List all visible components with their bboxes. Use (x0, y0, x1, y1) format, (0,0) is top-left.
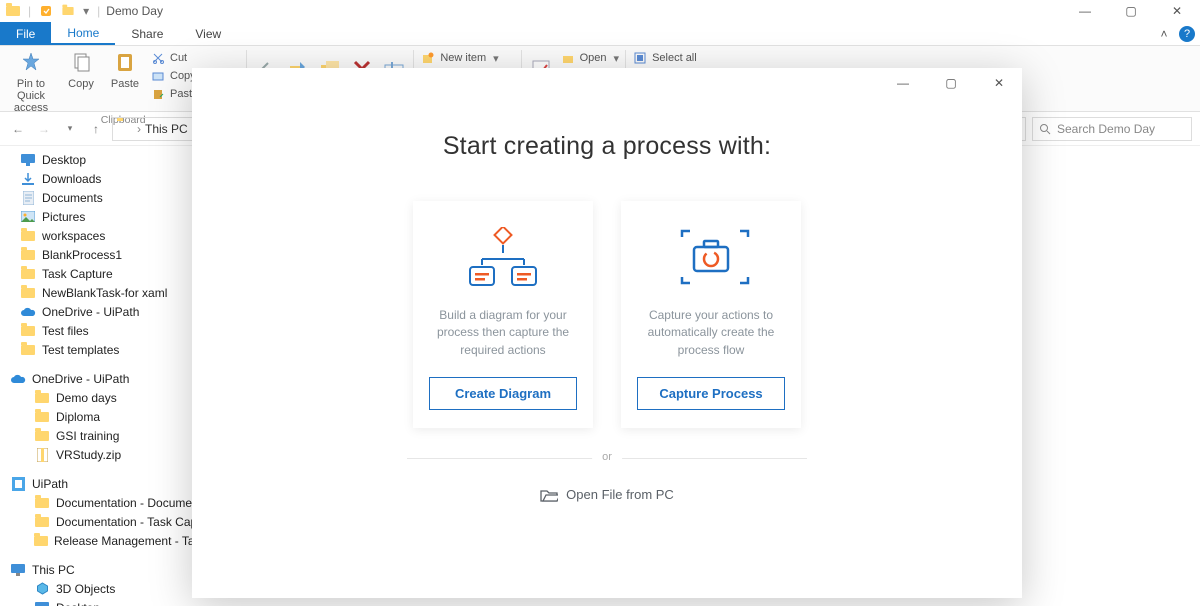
recent-dropdown[interactable]: ▾ (60, 119, 80, 139)
select-all-button[interactable]: Select all (632, 50, 710, 66)
divider: or (407, 458, 807, 459)
cut-button[interactable]: Cut (150, 50, 240, 66)
diagram-icon (460, 225, 546, 291)
create-diagram-button[interactable]: Create Diagram (429, 377, 577, 410)
open-file-from-pc-button[interactable]: Open File from PC (540, 487, 674, 502)
search-input[interactable]: Search Demo Day (1032, 117, 1192, 141)
tab-file[interactable]: File (0, 22, 51, 45)
paste-button[interactable]: Paste (106, 48, 144, 90)
capture-process-button[interactable]: Capture Process (637, 377, 785, 410)
pin-to-quick-access-button[interactable]: Pin to Quick access (6, 48, 56, 114)
separator: | (28, 4, 31, 18)
open-button[interactable]: Open▾ (560, 50, 619, 66)
copy-button[interactable]: Copy (62, 48, 100, 90)
camera-scan-icon (668, 225, 754, 291)
qat-icon[interactable] (37, 2, 55, 20)
tab-home[interactable]: Home (51, 22, 115, 45)
close-button[interactable]: ✕ (1164, 4, 1190, 18)
tab-share[interactable]: Share (115, 22, 179, 45)
minimize-button[interactable]: — (1072, 4, 1098, 18)
create-diagram-card: Build a diagram for your process then ca… (413, 201, 593, 428)
help-button[interactable]: ? (1174, 22, 1200, 45)
tab-view[interactable]: View (179, 22, 237, 45)
dialog-maximize-button[interactable]: ▢ (936, 71, 966, 95)
folder-icon (4, 2, 22, 20)
forward-button[interactable]: → (34, 119, 54, 139)
dialog-heading: Start creating a process with: (443, 132, 771, 161)
back-button[interactable]: ← (8, 119, 28, 139)
capture-process-desc: Capture your actions to automatically cr… (637, 307, 785, 359)
separator: | (97, 4, 100, 18)
window-title: Demo Day (106, 4, 163, 18)
ribbon-tabs: File Home Share View ˄ ? (0, 22, 1200, 46)
dialog-minimize-button[interactable]: — (888, 71, 918, 95)
folder-small-icon[interactable] (59, 2, 77, 20)
qat-dropdown-icon[interactable]: ▾ (83, 4, 89, 18)
tree-item-desktop-pc[interactable]: Desktop (0, 598, 230, 606)
collapse-ribbon-icon[interactable]: ˄ (1154, 22, 1174, 45)
dialog-close-button[interactable]: ✕ (984, 71, 1014, 95)
task-capture-dialog: — ▢ ✕ Start creating a process with: (192, 68, 1022, 598)
folder-icon (117, 121, 133, 137)
window-titlebar: | ▾ | Demo Day — ▢ ✕ (0, 0, 1200, 22)
maximize-button[interactable]: ▢ (1118, 4, 1144, 18)
create-diagram-desc: Build a diagram for your process then ca… (429, 307, 577, 359)
new-item-button[interactable]: New item▾ (420, 50, 514, 66)
up-button[interactable]: ↑ (86, 119, 106, 139)
open-folder-icon (540, 488, 558, 502)
capture-process-card: Capture your actions to automatically cr… (621, 201, 801, 428)
search-icon (1039, 123, 1051, 135)
